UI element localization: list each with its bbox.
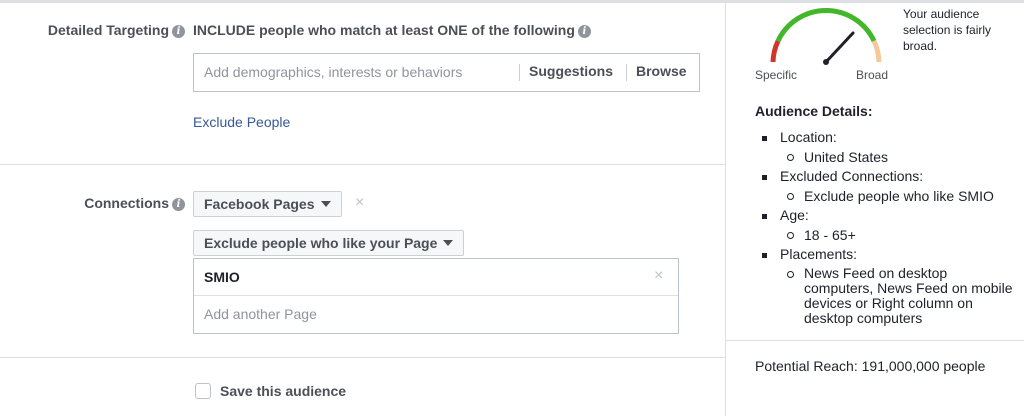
connection-rule-label: Exclude people who like your Page: [204, 235, 438, 251]
detailed-targeting-label-text: Detailed Targeting: [47, 22, 169, 38]
audience-gauge: [770, 7, 882, 65]
connections-label-text: Connections: [84, 195, 169, 211]
circle-bullet-icon: [787, 154, 794, 161]
connection-rule-dropdown[interactable]: Exclude people who like your Page: [193, 230, 465, 256]
caret-down-icon: [443, 240, 454, 247]
targeting-search-input[interactable]: Add demographics, interests or behaviors: [204, 64, 462, 80]
detailed-targeting-label: Detailed Targeting i: [20, 22, 185, 38]
bullet-icon: [762, 175, 767, 180]
connection-type-label: Facebook Pages: [204, 196, 315, 212]
circle-bullet-icon: [787, 193, 794, 200]
search-separator: [626, 64, 627, 81]
circle-bullet-icon: [787, 271, 794, 278]
detail-label-placements: Placements:: [780, 246, 858, 262]
exclude-people-link[interactable]: Exclude People: [193, 114, 290, 130]
browse-button[interactable]: Browse: [636, 63, 687, 79]
gauge-broad-label: Broad: [856, 68, 889, 82]
potential-reach: Potential Reach: 191,000,000 people: [755, 358, 986, 374]
include-heading-text: INCLUDE people who match at least ONE of…: [193, 22, 575, 38]
section-divider: [0, 357, 725, 358]
search-separator: [519, 64, 520, 81]
save-audience-checkbox[interactable]: [195, 383, 211, 399]
gauge-needle-pivot: [823, 59, 829, 65]
gauge-needle: [824, 31, 855, 64]
connections-label: Connections i: [20, 195, 185, 211]
save-audience-label: Save this audience: [220, 383, 347, 399]
detail-label-location: Location:: [780, 129, 837, 145]
detail-value-age: 18 - 65+: [804, 227, 856, 243]
detail-label-age: Age:: [780, 207, 809, 223]
selected-page-name: SMIO: [204, 269, 240, 285]
detail-value-excluded: Exclude people who like SMIO: [804, 188, 994, 204]
gauge-broad-arc: [871, 39, 882, 63]
gauge-specific-label: Specific: [755, 68, 798, 82]
gauge-ideal-arc: [775, 7, 877, 43]
targeting-search-box: Add demographics, interests or behaviors…: [193, 53, 700, 92]
top-border: [0, 0, 1024, 3]
bullet-icon: [762, 214, 767, 219]
pages-box: SMIO × Add another Page: [193, 258, 679, 334]
gauge-specific-arc: [770, 39, 781, 63]
add-page-input[interactable]: Add another Page: [204, 306, 317, 322]
gauge-message: Your audience selection is fairly broad.: [903, 7, 992, 53]
circle-bullet-icon: [787, 232, 794, 239]
bullet-icon: [762, 253, 767, 258]
reach-divider: [726, 340, 1024, 341]
info-icon[interactable]: i: [577, 24, 591, 38]
detail-value-placements: News Feed on desktop computers, News Fee…: [804, 265, 1013, 326]
caret-down-icon: [320, 201, 331, 208]
panel-divider: [725, 0, 726, 416]
detail-value-location: United States: [804, 149, 889, 165]
info-icon[interactable]: i: [172, 24, 185, 38]
audience-details-heading: Audience Details:: [755, 103, 873, 119]
detail-label-excluded: Excluded Connections:: [780, 168, 924, 184]
info-icon[interactable]: i: [172, 197, 185, 211]
suggestions-button[interactable]: Suggestions: [529, 63, 613, 79]
selected-page-row: SMIO ×: [194, 259, 678, 296]
remove-page-icon[interactable]: ×: [654, 267, 663, 285]
bullet-icon: [762, 136, 767, 141]
section-divider: [0, 164, 725, 165]
include-heading: INCLUDE people who match at least ONE of…: [193, 22, 623, 38]
close-icon[interactable]: ×: [355, 194, 364, 212]
connection-type-dropdown[interactable]: Facebook Pages: [193, 191, 342, 217]
